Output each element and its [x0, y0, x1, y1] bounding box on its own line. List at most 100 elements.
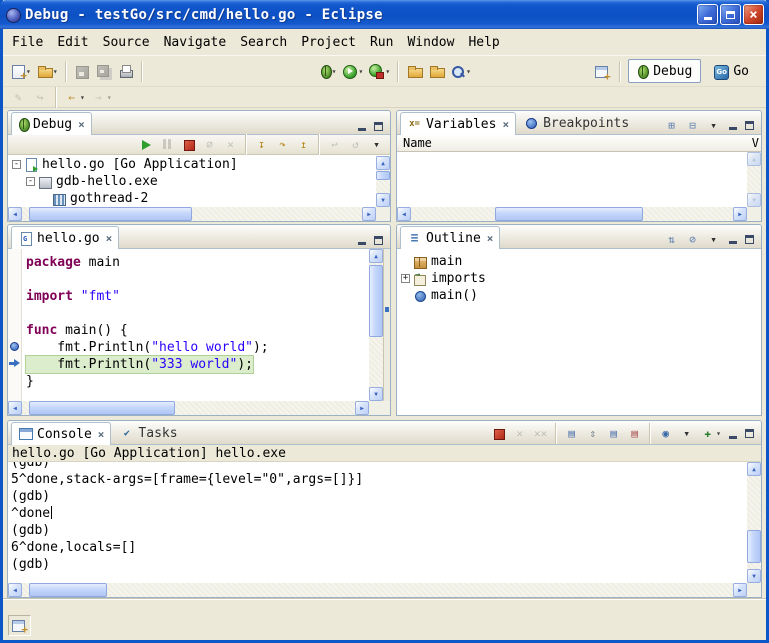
scrollbar-thumb[interactable]	[376, 171, 390, 180]
outline-item[interactable]: main	[397, 253, 761, 270]
scrollbar-thumb[interactable]	[29, 401, 176, 415]
resume-button[interactable]	[136, 136, 157, 154]
console-v-vertical-scrollbar[interactable]: ▲▼	[747, 462, 761, 583]
debug-tree-item[interactable]: gothread-2	[8, 190, 376, 207]
vars-v-vertical-scrollbar[interactable]: ▲▼	[747, 152, 761, 207]
value-column-header[interactable]: V	[752, 136, 759, 150]
scrollbar-track[interactable]	[369, 263, 383, 387]
restore-window-button[interactable]	[720, 4, 741, 25]
tab-close-icon[interactable]: ×	[98, 428, 105, 441]
scrollbar-track[interactable]	[22, 583, 733, 597]
terminate-button[interactable]	[178, 136, 199, 154]
scroll-down-button[interactable]: ▼	[376, 193, 390, 207]
debug-tree-item[interactable]: -hello.go [Go Application]	[8, 156, 376, 173]
editor-maximize-button[interactable]	[370, 232, 387, 248]
scroll-up-button[interactable]: ▲	[747, 462, 761, 476]
perspective-go-button[interactable]: Go	[704, 59, 758, 83]
debug-view-maximize-button[interactable]	[370, 118, 387, 134]
forward-dropdown[interactable]: ▾	[107, 93, 112, 102]
instruction-pointer-icon[interactable]	[9, 359, 20, 368]
minimize-window-button[interactable]	[697, 4, 718, 25]
scroll-down-button[interactable]: ▼	[369, 387, 383, 401]
tab-close-icon[interactable]: ×	[487, 232, 494, 245]
menu-search[interactable]: Search	[233, 31, 294, 54]
scroll-left-button[interactable]: ◀	[397, 207, 411, 221]
open-console-dropdown[interactable]: ▾	[716, 429, 721, 438]
run-button[interactable]: ▾	[339, 59, 366, 83]
open-resource-button[interactable]	[403, 59, 425, 83]
back-dropdown[interactable]: ▾	[80, 93, 85, 102]
console-output[interactable]: (gdb)5^done,stack-args=[frame={level="0"…	[8, 462, 747, 583]
show-stderr-button[interactable]: ▤	[624, 425, 645, 443]
menu-edit[interactable]: Edit	[50, 31, 95, 54]
menu-run[interactable]: Run	[363, 31, 400, 54]
outline-view-menu-button[interactable]: ▾	[703, 230, 724, 248]
search-button[interactable]: ▾	[447, 59, 474, 83]
scroll-down-button[interactable]: ▼	[747, 569, 761, 583]
tab-debug[interactable]: Debug×	[11, 112, 92, 135]
scroll-right-button[interactable]: ▶	[355, 401, 369, 415]
console-view-minimize-button[interactable]	[724, 426, 741, 442]
scrollbar-thumb[interactable]	[369, 265, 383, 337]
menu-help[interactable]: Help	[461, 31, 506, 54]
tab-close-icon[interactable]: ×	[78, 118, 85, 131]
scrollbar-track[interactable]	[411, 207, 733, 221]
filter-button[interactable]: ⊘	[682, 230, 703, 248]
scroll-right-button[interactable]: ▶	[362, 207, 376, 221]
scrollbar-thumb[interactable]	[495, 207, 643, 221]
print-button[interactable]	[115, 59, 137, 83]
step-over-button[interactable]: ↷	[272, 136, 293, 154]
debug-launch-tree[interactable]: -hello.go [Go Application]-gdb-hello.exe…	[8, 156, 376, 207]
variables-tree[interactable]	[397, 152, 747, 207]
open-console-button[interactable]: ✚▾	[697, 425, 724, 443]
overview-ruler[interactable]	[383, 249, 390, 401]
debug-button[interactable]: ▾	[317, 59, 340, 83]
menu-navigate[interactable]: Navigate	[157, 31, 234, 54]
external-tools-dropdown[interactable]: ▾	[385, 67, 390, 76]
editor-minimize-button[interactable]	[353, 232, 370, 248]
console-terminate-button[interactable]	[488, 425, 509, 443]
scroll-lock-button[interactable]: ⇕	[582, 425, 603, 443]
outline-item[interactable]: main()	[397, 287, 761, 304]
scrollbar-track[interactable]	[747, 476, 761, 569]
debug-v-vertical-scrollbar[interactable]: ▲▼	[376, 156, 390, 207]
collapse-all-button[interactable]: ⊟	[682, 116, 703, 134]
scrollbar-track[interactable]	[22, 207, 362, 221]
perspective-debug-button[interactable]: Debug	[628, 59, 701, 83]
console-view-maximize-button[interactable]	[741, 426, 758, 442]
variables-view-maximize-button[interactable]	[741, 117, 758, 133]
display-console-button[interactable]: ▾	[676, 425, 697, 443]
scroll-left-button[interactable]: ◀	[8, 401, 22, 415]
menu-source[interactable]: Source	[96, 31, 157, 54]
menu-project[interactable]: Project	[294, 31, 363, 54]
back-button[interactable]: ←▾	[61, 88, 88, 106]
outline-item[interactable]: +imports	[397, 270, 761, 287]
step-return-button[interactable]: ↥	[293, 136, 314, 154]
collapse-icon[interactable]: -	[12, 160, 21, 169]
debug-view-minimize-button[interactable]	[353, 118, 370, 134]
debug-dropdown[interactable]: ▾	[332, 67, 337, 76]
new-go-element-dropdown[interactable]: ▾	[53, 67, 58, 76]
editor-h-horizontal-scrollbar[interactable]: ◀▶	[8, 401, 369, 415]
show-type-names-button[interactable]: ⊞	[661, 116, 682, 134]
run-dropdown[interactable]: ▾	[358, 67, 363, 76]
outline-view-maximize-button[interactable]	[741, 231, 758, 247]
scrollbar-track[interactable]	[22, 401, 355, 415]
debug-view-menu-button[interactable]: ▾	[366, 136, 387, 154]
expand-icon[interactable]: +	[401, 274, 410, 283]
tab-hellogo[interactable]: hello.go×	[11, 226, 119, 249]
editor-marker-ruler[interactable]	[8, 249, 22, 401]
tab-variables[interactable]: Variables×	[400, 112, 516, 135]
scroll-up-button[interactable]: ▲	[369, 249, 383, 263]
clear-console-button[interactable]: ▤	[561, 425, 582, 443]
tab-outline[interactable]: Outline×	[400, 226, 500, 249]
external-tools-button[interactable]: ▾	[366, 59, 393, 83]
show-stdout-button[interactable]: ▤	[603, 425, 624, 443]
editor-v-vertical-scrollbar[interactable]: ▲▼	[369, 249, 383, 401]
name-column-header[interactable]: Name	[403, 136, 432, 150]
console-h-horizontal-scrollbar[interactable]: ◀▶	[8, 583, 747, 597]
scrollbar-thumb[interactable]	[29, 207, 192, 221]
titlebar[interactable]: Debug - testGo/src/cmd/hello.go - Eclips…	[0, 0, 769, 29]
editor-text-area[interactable]: package main import "fmt" func main() { …	[8, 249, 369, 401]
outline-tree[interactable]: main+importsmain()	[397, 249, 761, 415]
